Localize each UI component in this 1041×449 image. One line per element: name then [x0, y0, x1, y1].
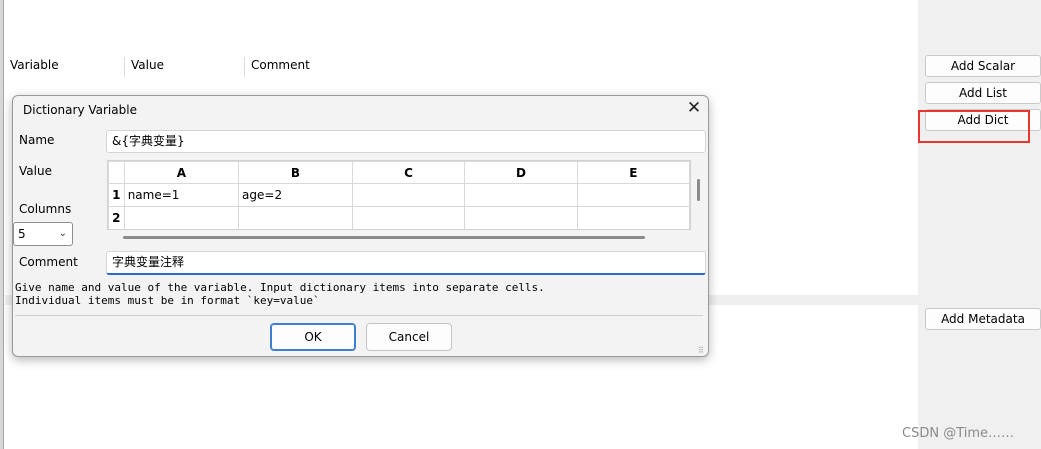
name-label: Name — [19, 133, 55, 147]
help-line-1: Give name and value of the variable. Inp… — [15, 281, 545, 294]
grid-corner — [108, 161, 125, 184]
columns-select[interactable]: 5 ⌄ — [13, 222, 73, 246]
grid-cell[interactable] — [351, 206, 466, 229]
grid-row-header[interactable]: 1 — [108, 183, 125, 207]
columns-label: Columns — [19, 202, 72, 216]
help-text: Give name and value of the variable. Inp… — [15, 281, 545, 307]
value-grid-table: A B C D E 1 name=1 age=2 2 — [108, 161, 690, 229]
grid-cell[interactable]: age=2 — [238, 183, 353, 207]
column-header-value: Value — [124, 57, 244, 77]
add-list-button[interactable]: Add List — [925, 82, 1041, 104]
grid-cell[interactable] — [238, 206, 353, 229]
chevron-down-icon: ⌄ — [58, 228, 67, 239]
columns-select-value: 5 — [18, 227, 26, 241]
column-header-comment: Comment — [244, 57, 444, 77]
cancel-button[interactable]: Cancel — [366, 323, 452, 351]
value-grid[interactable]: A B C D E 1 name=1 age=2 2 — [107, 160, 691, 230]
dictionary-variable-dialog: Dictionary Variable ✕ Name &{字典变量} Value… — [12, 95, 709, 357]
grid-horizontal-scrollbar[interactable] — [123, 236, 645, 239]
grid-cell[interactable] — [123, 206, 240, 229]
grid-row-header[interactable]: 2 — [108, 206, 125, 229]
add-scalar-button[interactable]: Add Scalar — [925, 55, 1041, 77]
grid-cell[interactable] — [351, 183, 466, 207]
grid-cell[interactable] — [576, 183, 690, 207]
grid-col-header[interactable]: B — [238, 161, 353, 184]
column-header-variable: Variable — [10, 58, 59, 72]
dialog-separator — [15, 315, 703, 316]
dialog-title: Dictionary Variable — [23, 103, 137, 117]
grid-cell[interactable] — [464, 206, 578, 229]
resize-grip-icon[interactable]: ⠿ — [698, 346, 704, 355]
grid-col-header[interactable]: A — [123, 161, 240, 184]
close-icon[interactable]: ✕ — [685, 99, 703, 117]
comment-field[interactable]: 字典变量注释 — [106, 251, 706, 275]
watermark: CSDN @Time…… — [902, 426, 1015, 441]
value-label: Value — [19, 164, 52, 178]
grid-cell[interactable] — [576, 206, 690, 229]
highlight-box — [918, 110, 1030, 143]
help-line-2: Individual items must be in format `key=… — [15, 294, 320, 307]
comment-label: Comment — [19, 255, 78, 269]
add-metadata-button[interactable]: Add Metadata — [925, 308, 1041, 330]
name-field[interactable]: &{字典变量} — [106, 130, 706, 153]
grid-cell[interactable] — [464, 183, 578, 207]
grid-vertical-scrollbar[interactable] — [697, 179, 700, 201]
grid-cell[interactable]: name=1 — [123, 183, 240, 207]
grid-col-header[interactable]: C — [351, 161, 466, 184]
ok-button[interactable]: OK — [270, 323, 356, 351]
grid-col-header[interactable]: D — [464, 161, 578, 184]
grid-col-header[interactable]: E — [576, 161, 690, 184]
